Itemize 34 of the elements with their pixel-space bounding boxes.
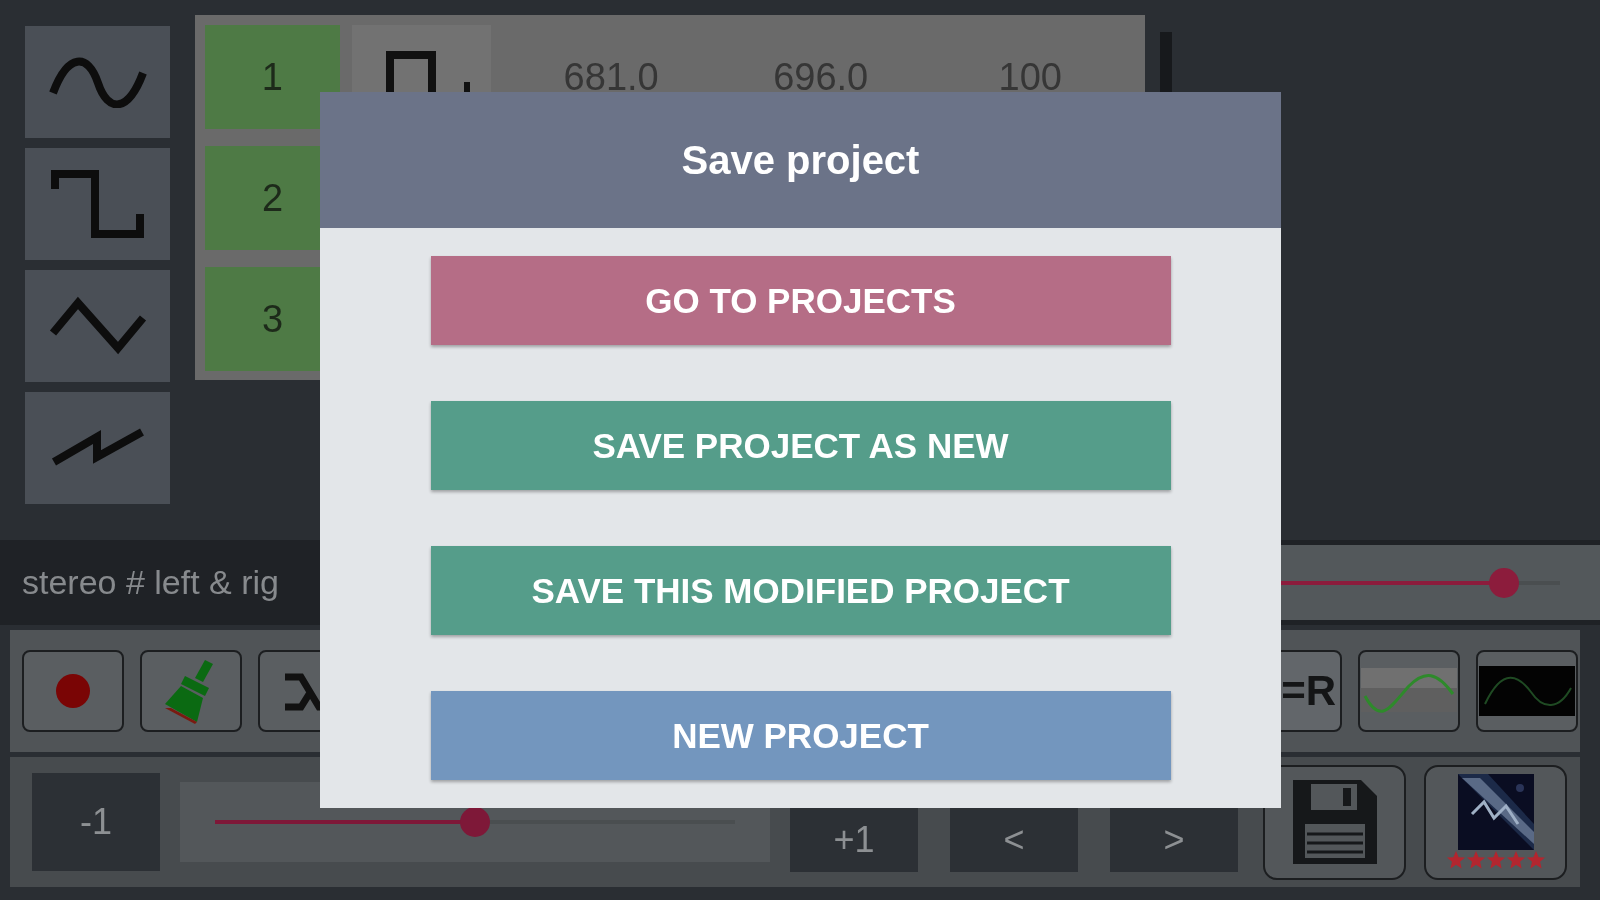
- dialog-button[interactable]: SAVE PROJECT AS NEW: [430, 401, 1171, 490]
- clear-button[interactable]: [140, 650, 242, 732]
- star-icon: [1525, 850, 1546, 870]
- channel-label: stereo # left & rig: [22, 563, 279, 602]
- slider-thumb[interactable]: [1489, 567, 1519, 598]
- wave-button[interactable]: [25, 26, 170, 138]
- save-button[interactable]: [1263, 764, 1406, 880]
- star-icon: [1445, 850, 1466, 870]
- scope-button[interactable]: [1476, 650, 1578, 732]
- star-icon: [1485, 850, 1506, 870]
- sine-wave-icon: [48, 56, 147, 108]
- dialog-button[interactable]: GO TO PROJECTS: [430, 256, 1171, 345]
- decrement-button[interactable]: -1: [32, 773, 160, 871]
- wave-button[interactable]: [25, 392, 170, 504]
- oscilloscope-icon: [1479, 666, 1575, 716]
- rating-button[interactable]: [1424, 764, 1567, 880]
- increment-button[interactable]: +1: [790, 807, 918, 872]
- dialog-title: Save project: [320, 92, 1281, 228]
- wave-button[interactable]: [25, 148, 170, 260]
- star-icon: [1465, 850, 1486, 870]
- previous-button[interactable]: <: [950, 807, 1078, 872]
- dialog-button[interactable]: SAVE THIS MODIFIED PROJECT: [430, 546, 1171, 635]
- scroll-indicator: [1160, 32, 1172, 92]
- wave-button[interactable]: [25, 270, 170, 382]
- wave-view-button[interactable]: [1358, 650, 1460, 732]
- record-button[interactable]: [22, 650, 124, 732]
- record-icon: [55, 673, 91, 709]
- star-icon: [1505, 850, 1526, 870]
- square-wave-icon: [51, 170, 144, 238]
- dialog-button[interactable]: NEW PROJECT: [430, 691, 1171, 780]
- slider-thumb[interactable]: [460, 807, 490, 837]
- triangle-wave-icon: [47, 296, 148, 356]
- track-number[interactable]: 1: [205, 25, 340, 129]
- next-button[interactable]: >: [1110, 807, 1238, 872]
